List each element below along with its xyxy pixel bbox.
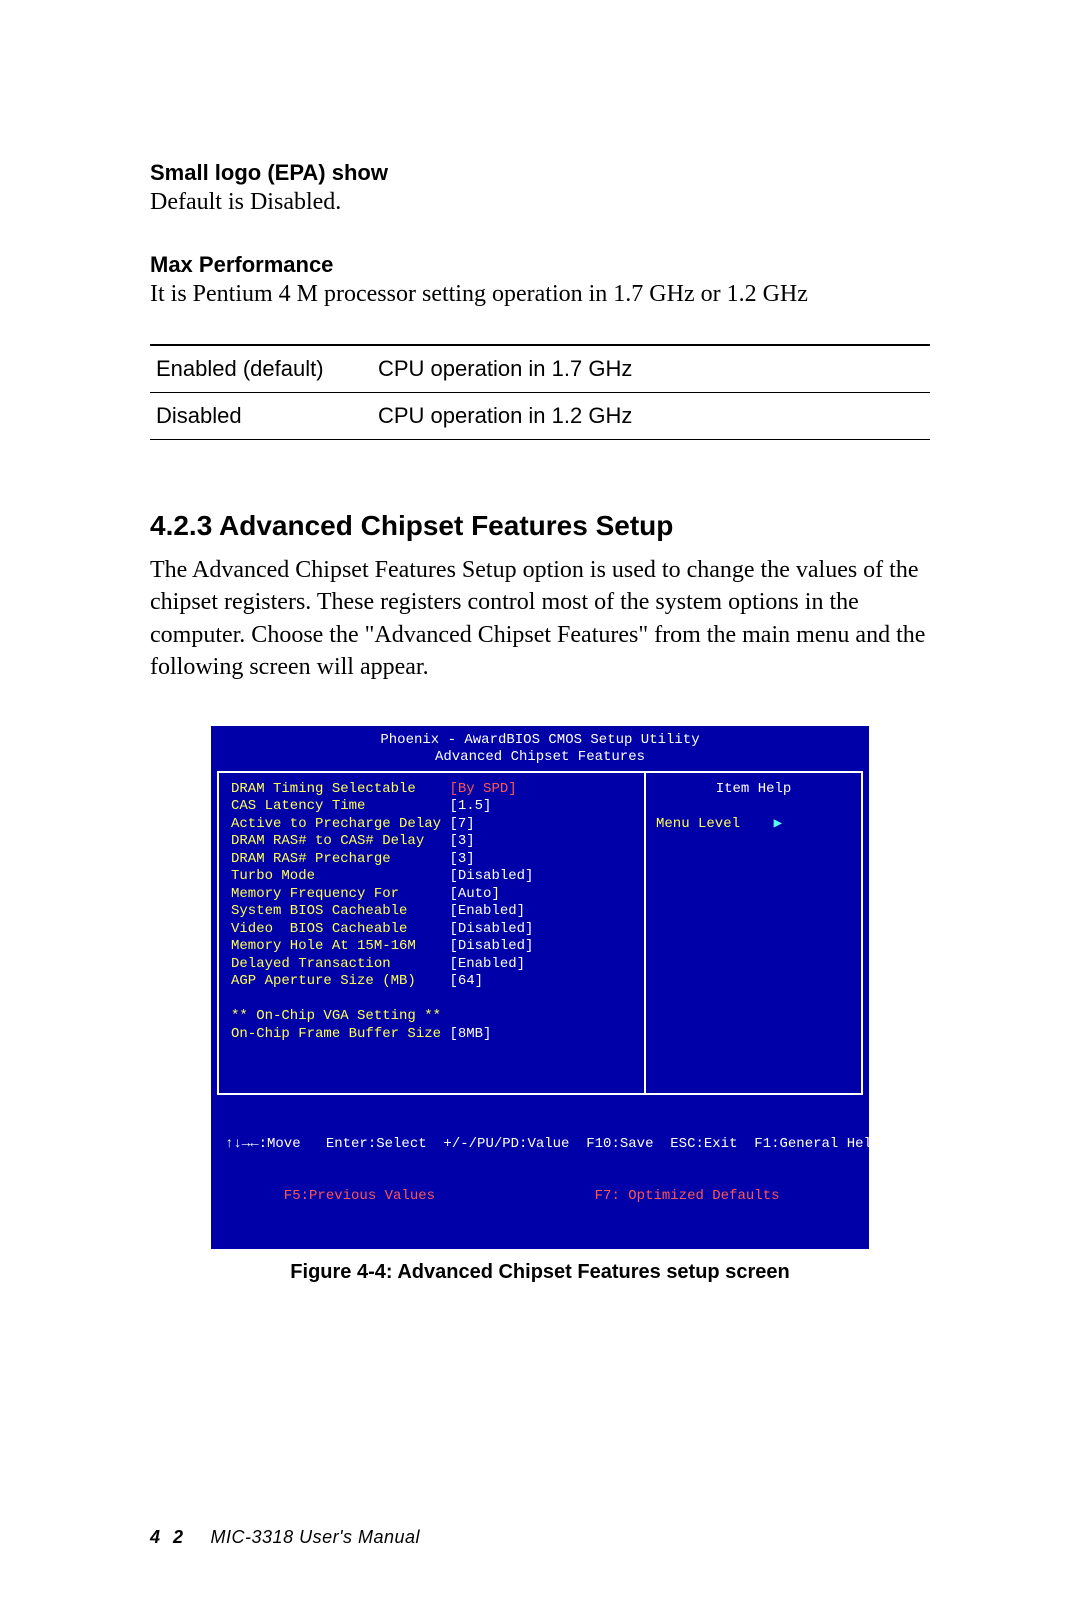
bios-setting-row: Active to Precharge Delay [7] (231, 816, 632, 834)
bios-setting-row: Memory Hole At 15M-16M [Disabled] (231, 938, 632, 956)
bios-title-line2: Advanced Chipset Features (211, 749, 869, 767)
bios-setting-label: System BIOS Cacheable (231, 903, 449, 919)
bios-setting-row: DRAM RAS# Precharge [3] (231, 851, 632, 869)
max-performance-table: Enabled (default)CPU operation in 1.7 GH… (150, 344, 930, 440)
bios-menu-level-label: Menu Level (656, 816, 740, 832)
bios-setting-label: DRAM RAS# to CAS# Delay (231, 833, 449, 849)
bios-setting-value: [3] (449, 833, 474, 849)
bios-setting-value: [1.5] (449, 798, 491, 814)
figure-caption: Figure 4-4: Advanced Chipset Features se… (150, 1261, 930, 1284)
bios-setting-label: DRAM RAS# Precharge (231, 851, 449, 867)
bios-settings-pane: DRAM Timing Selectable [By SPD]CAS Laten… (219, 773, 646, 1093)
bios-setting-value: [Disabled] (449, 868, 533, 884)
bios-title-line1: Phoenix - AwardBIOS CMOS Setup Utility (211, 732, 869, 750)
bios-subheading: ** On-Chip VGA Setting ** (231, 1008, 632, 1026)
bios-setting-row: Video BIOS Cacheable [Disabled] (231, 921, 632, 939)
bios-setting-row: On-Chip Frame Buffer Size [8MB] (231, 1026, 632, 1044)
bios-setting-value: [Disabled] (449, 921, 533, 937)
bios-help-title: Item Help (656, 781, 851, 799)
bios-setting-row: Memory Frequency For [Auto] (231, 886, 632, 904)
chevron-right-icon: ▶ (774, 816, 782, 832)
option-heading-max-perf: Max Performance (150, 252, 930, 278)
table-cell: CPU operation in 1.2 GHz (372, 393, 930, 440)
bios-setting-value: [Disabled] (449, 938, 533, 954)
bios-setting-value: [By SPD] (449, 781, 516, 797)
bios-footer-line2: F5:Previous Values F7: Optimized Default… (225, 1188, 855, 1206)
manual-name: MIC-3318 User's Manual (211, 1527, 421, 1547)
table-cell: Enabled (default) (150, 345, 372, 393)
bios-setting-value: [64] (449, 973, 483, 989)
bios-setting-value: [Enabled] (449, 956, 525, 972)
bios-setting-value: [3] (449, 851, 474, 867)
table-cell: Disabled (150, 393, 372, 440)
option-heading-small-logo: Small logo (EPA) show (150, 160, 930, 186)
section-body: The Advanced Chipset Features Setup opti… (150, 554, 930, 684)
bios-footer-line1: ↑↓→←:Move Enter:Select +/-/PU/PD:Value F… (225, 1136, 855, 1154)
bios-setting-label: Memory Frequency For (231, 886, 449, 902)
page-number: 4 2 (150, 1527, 187, 1547)
bios-setting-label: Video BIOS Cacheable (231, 921, 449, 937)
bios-screenshot: Phoenix - AwardBIOS CMOS Setup Utility A… (211, 726, 869, 1249)
page-footer: 4 2 MIC-3318 User's Manual (150, 1527, 420, 1548)
bios-setting-row: DRAM RAS# to CAS# Delay [3] (231, 833, 632, 851)
bios-setting-value: [7] (449, 816, 474, 832)
bios-setting-label: Active to Precharge Delay (231, 816, 449, 832)
bios-setting-label: On-Chip Frame Buffer Size (231, 1026, 449, 1042)
bios-setting-row: Delayed Transaction [Enabled] (231, 956, 632, 974)
table-cell: CPU operation in 1.7 GHz (372, 345, 930, 393)
bios-setting-label: Delayed Transaction (231, 956, 449, 972)
bios-setting-row: System BIOS Cacheable [Enabled] (231, 903, 632, 921)
bios-setting-label: Memory Hole At 15M-16M (231, 938, 449, 954)
bios-setting-label: DRAM Timing Selectable (231, 781, 449, 797)
bios-setting-value: [8MB] (449, 1026, 491, 1042)
option-body-small-logo: Default is Disabled. (150, 189, 930, 216)
bios-setting-label: Turbo Mode (231, 868, 449, 884)
bios-setting-label: AGP Aperture Size (MB) (231, 973, 449, 989)
option-body-max-perf: It is Pentium 4 M processor setting oper… (150, 281, 930, 308)
section-heading: 4.2.3 Advanced Chipset Features Setup (150, 510, 930, 542)
bios-setting-label: CAS Latency Time (231, 798, 449, 814)
bios-setting-row: CAS Latency Time [1.5] (231, 798, 632, 816)
bios-setting-value: [Enabled] (449, 903, 525, 919)
bios-setting-row: DRAM Timing Selectable [By SPD] (231, 781, 632, 799)
bios-setting-row: Turbo Mode [Disabled] (231, 868, 632, 886)
bios-setting-row: AGP Aperture Size (MB) [64] (231, 973, 632, 991)
bios-help-pane: Item Help Menu Level ▶ (646, 773, 861, 1093)
bios-setting-value: [Auto] (449, 886, 499, 902)
